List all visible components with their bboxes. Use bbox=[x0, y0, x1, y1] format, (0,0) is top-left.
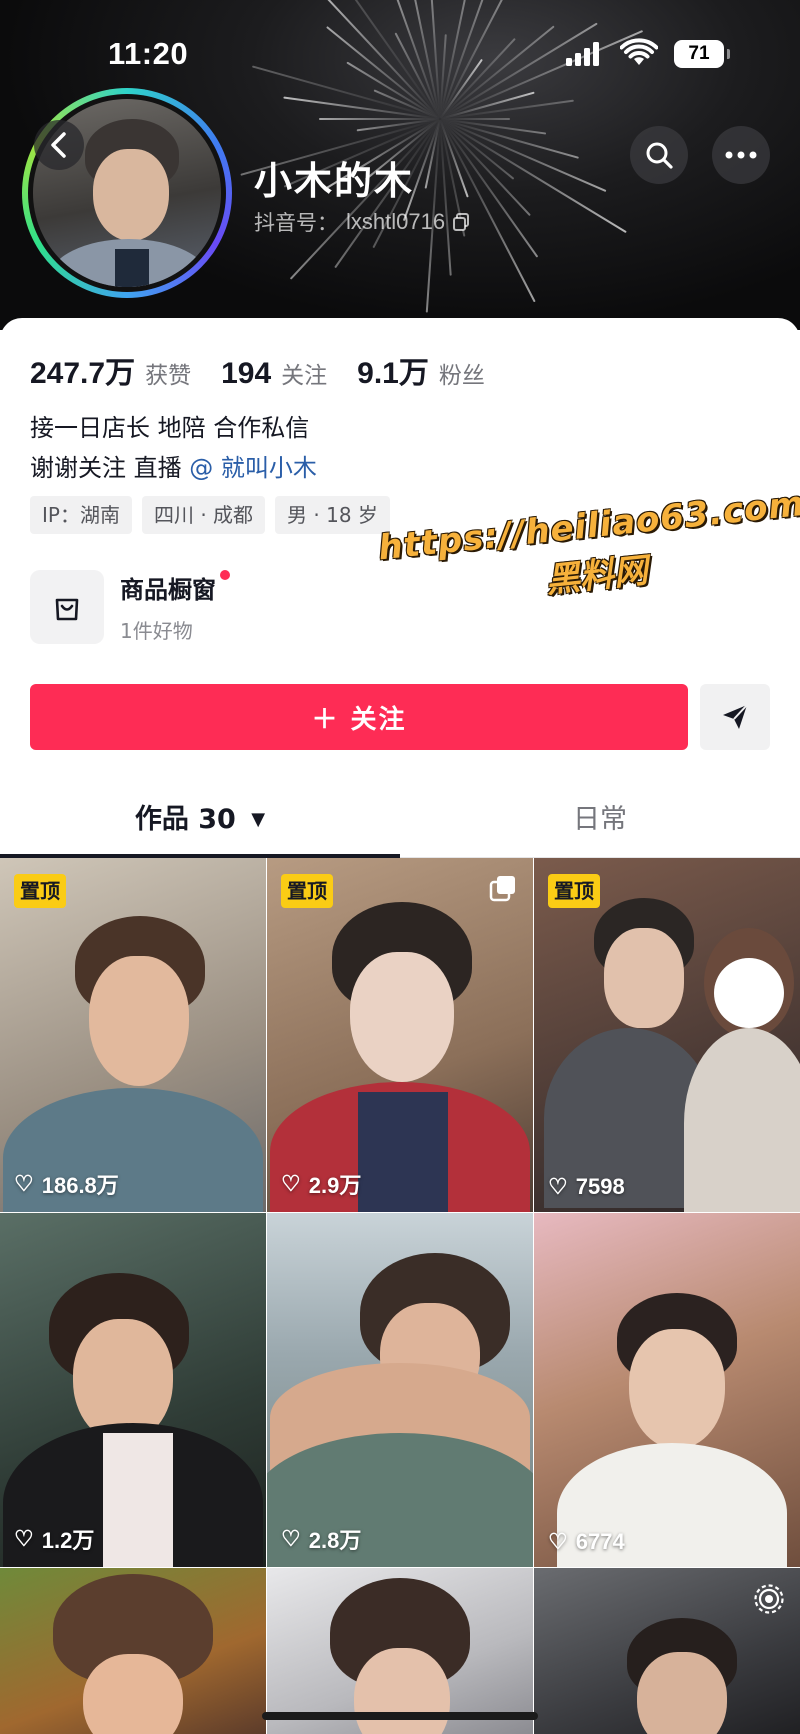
likes-count: 2.9万 bbox=[308, 1173, 362, 1198]
douyin-id-value: lxshtl0716 bbox=[346, 209, 446, 234]
stat-followers[interactable]: 9.1万 粉丝 bbox=[357, 348, 485, 392]
video-tile[interactable] bbox=[267, 1568, 533, 1734]
pinned-badge: 置顶 bbox=[14, 874, 66, 908]
pinned-badge: 置顶 bbox=[281, 874, 333, 908]
stat-label: 粉丝 bbox=[438, 363, 485, 389]
tab-daily[interactable]: 日常 bbox=[400, 788, 800, 852]
battery-icon: 71 bbox=[674, 40, 730, 68]
douyin-id-label: 抖音号： bbox=[254, 211, 338, 235]
video-likes: ♡ 1.2万 bbox=[14, 1523, 94, 1555]
more-button[interactable] bbox=[712, 126, 770, 184]
search-button[interactable] bbox=[630, 126, 688, 184]
nickname: 小木的木 bbox=[254, 159, 415, 203]
likes-count: 186.8万 bbox=[41, 1173, 119, 1198]
bio-text: 谢谢关注 直播 bbox=[30, 454, 190, 482]
heart-icon: ♡ bbox=[14, 1526, 34, 1551]
status-bar: 11:20 71 bbox=[0, 28, 800, 80]
heart-icon: ♡ bbox=[548, 1174, 568, 1199]
likes-count: 2.8万 bbox=[308, 1528, 362, 1553]
more-dots-icon bbox=[725, 151, 757, 159]
video-tile[interactable]: 置顶 ♡ 186.8万 bbox=[0, 858, 266, 1212]
profile-header: 11:20 71 小木的木 抖音号： lxshtl0716 bbox=[0, 0, 800, 330]
video-tile[interactable]: 置顶 ♡ 2.9万 bbox=[267, 858, 533, 1212]
stat-label: 关注 bbox=[281, 363, 328, 389]
live-broadcast-icon bbox=[754, 1584, 784, 1614]
video-tile[interactable]: ♡ 6774 bbox=[534, 1213, 800, 1567]
video-tile[interactable]: ♡ 1.2万 bbox=[0, 1213, 266, 1567]
heart-icon: ♡ bbox=[281, 1526, 301, 1551]
heart-icon: ♡ bbox=[14, 1171, 34, 1196]
heart-icon: ♡ bbox=[281, 1171, 301, 1196]
profile-tags: IP：湖南 四川 · 成都 男 · 18 岁 bbox=[30, 496, 390, 534]
tab-works-label: 作品 30 bbox=[134, 804, 236, 835]
video-likes: ♡ 7598 bbox=[548, 1174, 625, 1200]
video-tile[interactable]: ♡ 2.8万 bbox=[267, 1213, 533, 1567]
tab-works[interactable]: 作品 30 ▼ bbox=[0, 788, 400, 852]
video-likes: ♡ 2.9万 bbox=[281, 1168, 361, 1200]
shop-title-text: 商品橱窗 bbox=[120, 576, 216, 604]
shop-subtitle: 1件好物 bbox=[120, 619, 193, 643]
heart-icon: ♡ bbox=[548, 1529, 568, 1554]
firework-spark bbox=[439, 118, 579, 159]
video-tile[interactable] bbox=[534, 1568, 800, 1734]
mention-link[interactable]: @ 就叫小木 bbox=[189, 454, 317, 482]
multi-image-icon bbox=[489, 876, 515, 902]
share-button[interactable] bbox=[700, 684, 770, 750]
likes-count: 1.2万 bbox=[41, 1528, 95, 1553]
likes-count: 6774 bbox=[575, 1529, 625, 1554]
content-tabs: 作品 30 ▼ 日常 bbox=[0, 788, 800, 858]
status-time: 11:20 bbox=[108, 36, 189, 71]
pinned-badge: 置顶 bbox=[548, 874, 600, 908]
bio: 接一日店长 地陪 合作私信 谢谢关注 直播 @ 就叫小木 bbox=[30, 408, 317, 488]
video-likes: ♡ 6774 bbox=[548, 1529, 625, 1555]
video-likes: ♡ 186.8万 bbox=[14, 1168, 119, 1200]
tag-location: 四川 · 成都 bbox=[141, 496, 266, 534]
shopping-bag-icon bbox=[30, 570, 104, 644]
stat-number: 9.1万 bbox=[357, 357, 429, 390]
likes-count: 7598 bbox=[575, 1174, 625, 1199]
send-icon bbox=[723, 704, 748, 729]
tag-gender-age: 男 · 18 岁 bbox=[275, 496, 390, 534]
firework-spark bbox=[319, 118, 440, 120]
search-icon bbox=[646, 142, 673, 169]
wifi-icon bbox=[620, 38, 658, 65]
stat-label: 获赞 bbox=[145, 363, 192, 389]
watermark: https://heiliao63.com 黑料网 bbox=[376, 484, 800, 619]
video-tile[interactable]: 置顶 ♡ 7598 bbox=[534, 858, 800, 1212]
cellular-signal-icon bbox=[566, 42, 600, 66]
notification-dot bbox=[220, 570, 230, 580]
bio-line: 接一日店长 地陪 合作私信 bbox=[30, 414, 310, 442]
copy-icon[interactable] bbox=[453, 213, 470, 231]
bio-line: 谢谢关注 直播 @ 就叫小木 bbox=[30, 448, 317, 488]
follow-button[interactable]: ＋ 关注 bbox=[30, 684, 688, 750]
video-likes: ♡ 2.8万 bbox=[281, 1523, 361, 1555]
stat-likes[interactable]: 247.7万 获赞 bbox=[30, 348, 191, 392]
shop-window-entry[interactable]: 商品橱窗 1件好物 bbox=[30, 570, 230, 644]
back-button[interactable] bbox=[34, 120, 84, 170]
stat-number: 194 bbox=[221, 357, 272, 390]
home-indicator bbox=[262, 1712, 538, 1720]
stat-number: 247.7万 bbox=[30, 357, 136, 390]
chevron-left-icon bbox=[51, 132, 66, 158]
shop-title: 商品橱窗 bbox=[120, 570, 230, 605]
douyin-id[interactable]: 抖音号： lxshtl0716 bbox=[254, 207, 470, 237]
caret-down-icon: ▼ bbox=[251, 809, 266, 830]
tag-ip: IP：湖南 bbox=[30, 496, 132, 534]
stat-following[interactable]: 194 关注 bbox=[221, 356, 327, 391]
stats-row: 247.7万 获赞 194 关注 9.1万 粉丝 bbox=[30, 348, 485, 392]
video-tile[interactable] bbox=[0, 1568, 266, 1734]
